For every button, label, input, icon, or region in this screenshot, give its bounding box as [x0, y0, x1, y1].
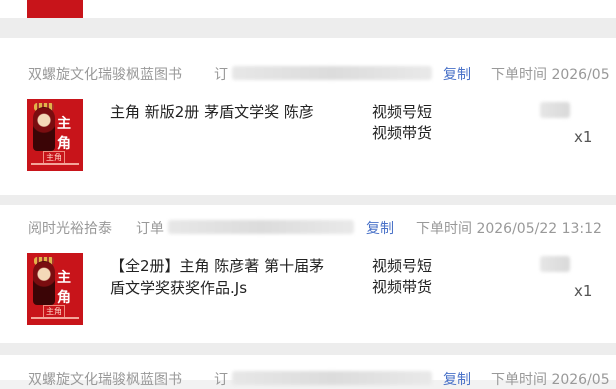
price-redacted: [540, 102, 570, 118]
order-id-redacted: [232, 371, 432, 385]
order-card: 双螺旋文化瑞骏枫蓝图书 订 复制 下单时间 2026/05: [0, 355, 616, 388]
price-redacted: [540, 256, 570, 272]
sales-channel-line-2: 视频带货: [372, 278, 433, 296]
order-time: 下单时间 2026/05/22 13:12: [416, 221, 602, 237]
product-title[interactable]: 主角 新版2册 茅盾文学奖 陈彦: [110, 101, 350, 123]
thumbnail-figure: [33, 107, 55, 151]
order-card: 双螺旋文化瑞骏枫蓝图书 订 复制 下单时间 2026/05 主角 主角 主角 新…: [0, 38, 616, 195]
order-card: [0, 0, 616, 18]
copy-button[interactable]: 复制: [443, 369, 471, 389]
store-name[interactable]: 阅时光裕拾泰: [28, 218, 112, 238]
order-id-label: 订: [214, 372, 228, 388]
order-id-label: 订单: [136, 221, 164, 237]
sales-channel-line-2: 视频带货: [372, 124, 433, 142]
product-thumbnail[interactable]: [27, 0, 83, 18]
product-thumbnail[interactable]: 主角 主角: [27, 99, 83, 171]
order-time: 下单时间 2026/05: [491, 372, 610, 388]
sales-channel-line-1: 视频号短: [372, 257, 433, 275]
quantity: x1: [574, 282, 593, 300]
product-thumbnail[interactable]: 主角 主角: [27, 253, 83, 325]
order-id-redacted: [168, 220, 354, 234]
copy-button[interactable]: 复制: [443, 64, 471, 84]
order-time: 下单时间 2026/05: [491, 67, 610, 83]
quantity: x1: [574, 128, 593, 146]
sales-channel-line-1: 视频号短: [372, 103, 433, 121]
copy-button[interactable]: 复制: [366, 218, 394, 238]
product-title[interactable]: 【全2册】主角 陈彦著 第十届茅盾文学奖获奖作品.Js: [110, 255, 332, 299]
order-id-redacted: [232, 66, 432, 80]
thumbnail-title: 主角: [57, 270, 71, 306]
separator: [0, 343, 616, 355]
separator: [0, 195, 616, 205]
order-id-label: 订: [214, 67, 228, 83]
thumbnail-figure: [33, 261, 55, 305]
separator: [0, 18, 616, 38]
order-card: 阅时光裕拾泰 订单 复制 下单时间 2026/05/22 13:12 主角 主角…: [0, 205, 616, 343]
thumbnail-caption-line: [31, 163, 79, 165]
thumbnail-caption-line: [31, 317, 79, 319]
store-name[interactable]: 双螺旋文化瑞骏枫蓝图书: [28, 64, 182, 84]
thumbnail-title: 主角: [57, 116, 71, 152]
store-name[interactable]: 双螺旋文化瑞骏枫蓝图书: [28, 369, 182, 389]
